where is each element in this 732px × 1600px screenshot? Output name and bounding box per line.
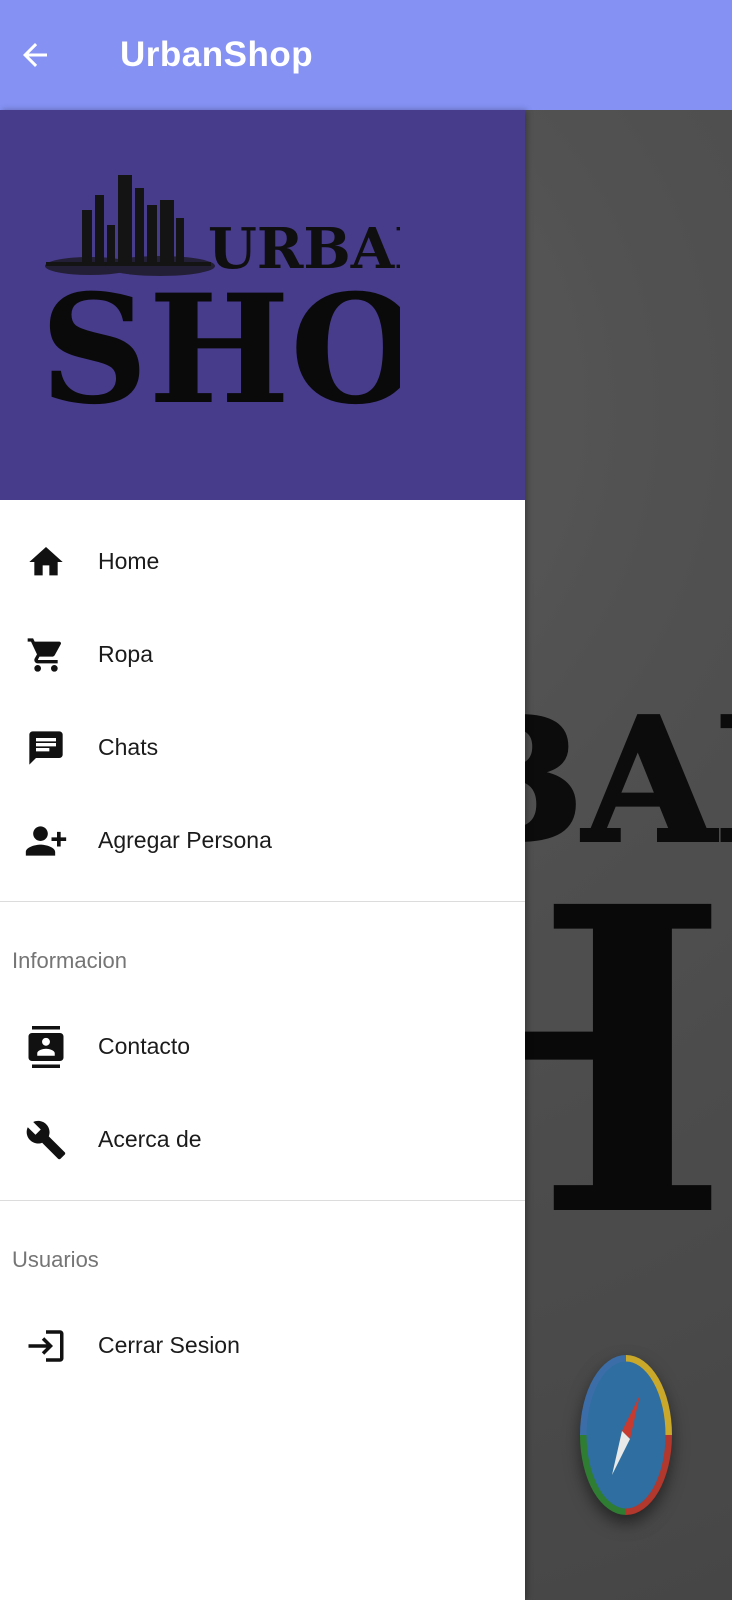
contacts-icon bbox=[24, 1025, 68, 1069]
section-title-informacion: Informacion bbox=[12, 948, 127, 973]
section-title-usuarios: Usuarios bbox=[12, 1247, 99, 1272]
app-title: UrbanShop bbox=[120, 35, 314, 74]
home-icon bbox=[24, 540, 68, 584]
drawer-item-label: Contacto bbox=[98, 1033, 191, 1059]
arrow-back-icon bbox=[23, 43, 47, 67]
wrench-icon bbox=[24, 1118, 68, 1162]
drawer-item-home[interactable]: Home bbox=[0, 515, 525, 608]
logo-line2: SHOP bbox=[40, 262, 400, 420]
drawer-item-chats[interactable]: Chats bbox=[0, 701, 525, 794]
back-button[interactable] bbox=[0, 20, 70, 90]
drawer-item-label: Chats bbox=[98, 734, 159, 760]
drawer-item-acerca-de[interactable]: Acerca de bbox=[0, 1093, 525, 1186]
drawer-menu: Home Ropa Chats Agregar Persona bbox=[0, 500, 525, 887]
drawer-section-informacion: Informacion Contacto Acerca de bbox=[0, 902, 525, 1186]
drawer-item-label: Cerrar Sesion bbox=[98, 1332, 240, 1358]
person-add-icon bbox=[24, 819, 68, 863]
shopping-cart-icon bbox=[24, 633, 68, 677]
drawer-item-contacto[interactable]: Contacto bbox=[0, 1000, 525, 1093]
top-app-bar: UrbanShop bbox=[0, 0, 732, 110]
urban-shop-logo: URBAN SHOP bbox=[40, 175, 400, 420]
drawer-header: URBAN SHOP bbox=[0, 110, 525, 500]
chat-icon bbox=[24, 726, 68, 770]
drawer-item-label: Acerca de bbox=[98, 1126, 202, 1152]
drawer-item-label: Ropa bbox=[98, 641, 153, 667]
login-icon bbox=[24, 1324, 68, 1368]
drawer-item-label: Agregar Persona bbox=[98, 827, 272, 853]
drawer-item-label: Home bbox=[98, 548, 160, 574]
drawer-section-usuarios: Usuarios Cerrar Sesion bbox=[0, 1201, 525, 1392]
navigation-drawer: URBAN SHOP Home Ropa Chats Agre bbox=[0, 110, 525, 1600]
drawer-item-agregar-persona[interactable]: Agregar Persona bbox=[0, 794, 525, 887]
compass-icon[interactable] bbox=[580, 1355, 672, 1515]
drawer-item-cerrar-sesion[interactable]: Cerrar Sesion bbox=[0, 1299, 525, 1392]
drawer-item-ropa[interactable]: Ropa bbox=[0, 608, 525, 701]
